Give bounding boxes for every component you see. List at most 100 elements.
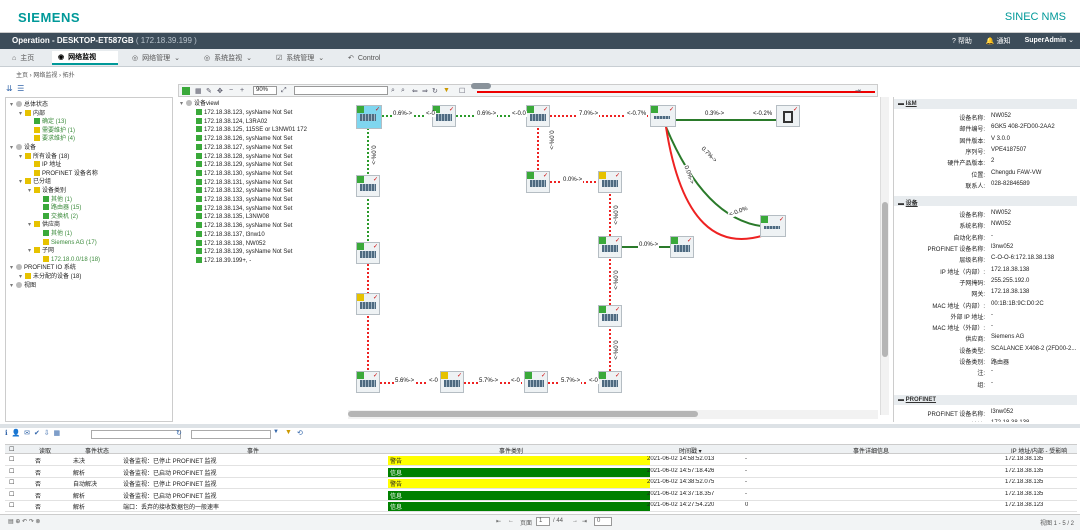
network-switch[interactable]: ✓: [650, 105, 676, 127]
columns-icon[interactable]: ▦: [53, 430, 60, 437]
tree-node[interactable]: ▾ 子网: [28, 247, 54, 255]
device-list-item[interactable]: 172.18.38.138, NW052: [196, 239, 266, 248]
device-list-item[interactable]: 172.18.38.123, sysName Not Set: [196, 109, 292, 117]
footer-icons[interactable]: ▤ ⊕ ↶ ↷ ⊗: [8, 518, 40, 525]
col-read[interactable]: 读取: [39, 446, 51, 455]
row-checkbox[interactable]: ☐: [9, 456, 14, 463]
tree-node[interactable]: 需要维护 (1): [28, 126, 75, 135]
grid-icon[interactable]: ▦: [195, 87, 203, 95]
user-icon[interactable]: 👤: [12, 430, 21, 437]
network-device[interactable]: ✓: [524, 371, 548, 393]
event-row[interactable]: ☐ 否解析 端口：丢弃的接收数据包的一般速率 信息 2021-06-02 14:27:5…: [5, 501, 1077, 512]
device-list-item[interactable]: 172.18.38.131, sysName Not Set: [196, 178, 292, 187]
network-device[interactable]: ✓: [670, 236, 694, 258]
refresh-icon[interactable]: ↻: [176, 429, 182, 437]
zoom-in-icon[interactable]: +: [240, 87, 248, 95]
page-input[interactable]: 1: [536, 517, 550, 526]
tree-node[interactable]: 其他 (1): [37, 230, 72, 238]
device-list-item[interactable]: 172.18.39.199+, -: [196, 256, 251, 265]
tree-node[interactable]: ▾ PROFINET IO 系统: [10, 264, 76, 272]
help-link[interactable]: ? 帮助: [952, 36, 972, 46]
device-list-item[interactable]: 172.18.38.126, sysName Not Set: [196, 135, 292, 143]
fit-icon[interactable]: ⤢: [281, 87, 289, 95]
device-list-item[interactable]: 172.18.38.135, L3NW08: [196, 213, 269, 221]
network-device[interactable]: ✓: [598, 236, 622, 258]
first-page-icon[interactable]: ⇤: [496, 518, 501, 525]
search-input[interactable]: [294, 86, 388, 95]
col-category[interactable]: 事件类别: [499, 446, 523, 455]
row-checkbox[interactable]: ☐: [9, 502, 14, 509]
network-device[interactable]: ✓: [356, 175, 380, 197]
export-icon[interactable]: ⇩: [44, 430, 50, 437]
tree-node[interactable]: 交换机 (2): [37, 212, 78, 221]
col-state[interactable]: 事件状态: [85, 446, 109, 455]
properties-section-header[interactable]: ▬ 设备: [894, 196, 1077, 207]
col-timestamp[interactable]: 时间戳 ▾: [679, 446, 702, 455]
event-row[interactable]: ☐ 否解析 设备监视：已启动 PROFINET 监视 信息 2021-06-02 14:…: [5, 467, 1077, 478]
last-page-icon[interactable]: ⇥: [582, 518, 587, 525]
network-device[interactable]: ✓: [440, 371, 464, 393]
mark-read-icon[interactable]: ✉: [24, 430, 30, 437]
pane-splitter[interactable]: [0, 424, 1080, 428]
user-menu[interactable]: SuperAdmin ⌄: [1025, 36, 1074, 46]
network-switch[interactable]: ✓: [760, 215, 786, 237]
row-checkbox[interactable]: ☐: [9, 491, 14, 498]
canvas-vscroll[interactable]: [880, 97, 889, 415]
tab-control[interactable]: ↶ Control: [342, 51, 386, 65]
back-icon[interactable]: ⇐: [412, 87, 420, 95]
tab-system-monitor[interactable]: ◎ 系统监视 ⌄: [198, 51, 258, 65]
next-page-icon[interactable]: →: [572, 518, 578, 524]
expand-icon[interactable]: ⇊: [6, 84, 13, 93]
network-device[interactable]: ✓: [356, 293, 380, 315]
col-event[interactable]: 事件: [247, 446, 259, 455]
device-list-item[interactable]: 172.18.38.134, sysName Not Set: [196, 204, 292, 213]
acknowledge-icon[interactable]: ✔: [34, 430, 40, 437]
device-list-item[interactable]: 172.18.38.125, 115SE or L3NW01 172: [196, 126, 307, 134]
col-details[interactable]: 事件详细信息: [853, 446, 889, 455]
properties-section-header[interactable]: ▬ I&M: [894, 99, 1077, 109]
tab-system-management[interactable]: ☑ 系统管理 ⌄: [270, 51, 330, 65]
tree-node[interactable]: ▾ 已分组: [19, 178, 51, 186]
tree-node[interactable]: ▾ 总体状态: [10, 101, 48, 109]
prev-page-icon[interactable]: ←: [508, 518, 514, 524]
device-list-item[interactable]: 172.18.38.137, l3nw10: [196, 230, 265, 239]
tree-node[interactable]: 确定 (13): [28, 118, 66, 126]
select-all-checkbox[interactable]: ☐: [9, 446, 14, 453]
tree-node[interactable]: ▾ 视图: [10, 281, 36, 290]
network-device[interactable]: ✓: [356, 371, 380, 393]
filter-icon[interactable]: ▼: [285, 429, 292, 436]
tree-node[interactable]: IP 地址: [28, 161, 61, 169]
event-row[interactable]: ☐ 否未决 设备监视：已停止 PROFINET 监视 警告 2021-06-02 14:…: [5, 455, 1077, 466]
row-checkbox[interactable]: ☐: [9, 479, 14, 486]
device-list-item[interactable]: 172.18.38.132, sysName Not Set: [196, 187, 292, 195]
event-row[interactable]: ☐ 否自动解决 设备监视：已停止 PROFINET 监视 警告 2021-06-02 1…: [5, 478, 1077, 489]
chevron-down-icon[interactable]: ▼: [273, 429, 279, 435]
device-list-item[interactable]: 172.18.38.133, sysName Not Set: [196, 196, 292, 204]
panel-slider[interactable]: [471, 83, 491, 89]
tab-network-monitor[interactable]: ◉ 网络监视: [52, 51, 118, 65]
network-device[interactable]: ✓: [598, 371, 622, 393]
topology-canvas[interactable]: ✓ ✓ ✓ ✓ ✓ ✓ ✓ ✓ ✓ ✓ ✓ ✓ ✓ ✓ ✓ ✓ ✓ ✓ 0.6%…: [348, 97, 878, 410]
page-size-select[interactable]: 0: [594, 517, 612, 526]
forward-icon[interactable]: ⇒: [422, 87, 430, 95]
zoom-select[interactable]: 90%: [253, 86, 277, 95]
event-filter-select[interactable]: [191, 430, 271, 439]
zoom-out-icon[interactable]: −: [229, 87, 237, 95]
refresh-icon[interactable]: ↻: [432, 87, 440, 95]
tree-node[interactable]: PROFINET 设备名称: [28, 169, 98, 178]
pan-icon[interactable]: ✥: [217, 87, 225, 95]
edit-icon[interactable]: ✎: [206, 87, 214, 95]
notify-link[interactable]: 🔔 通知: [986, 36, 1011, 46]
clear-filter-icon[interactable]: ⟲: [297, 429, 303, 437]
device-list-item[interactable]: 172.18.38.127, sysName Not Set: [196, 143, 292, 152]
network-device-other[interactable]: ✓: [776, 105, 800, 127]
row-checkbox[interactable]: ☐: [9, 468, 14, 475]
list-icon[interactable]: ☰: [17, 84, 24, 93]
device-view-header[interactable]: ▾ 设备viewl: [180, 100, 219, 108]
col-ip[interactable]: IP 地址/内部 - 受影响: [1011, 446, 1067, 455]
tree-node[interactable]: ▾ 所有设备 (18): [19, 152, 69, 161]
device-list-item[interactable]: 172.18.38.128, sysName Not Set: [196, 152, 292, 161]
network-device[interactable]: ✓: [526, 171, 550, 193]
network-device[interactable]: ✓: [356, 105, 382, 129]
network-device[interactable]: ✓: [598, 171, 622, 193]
